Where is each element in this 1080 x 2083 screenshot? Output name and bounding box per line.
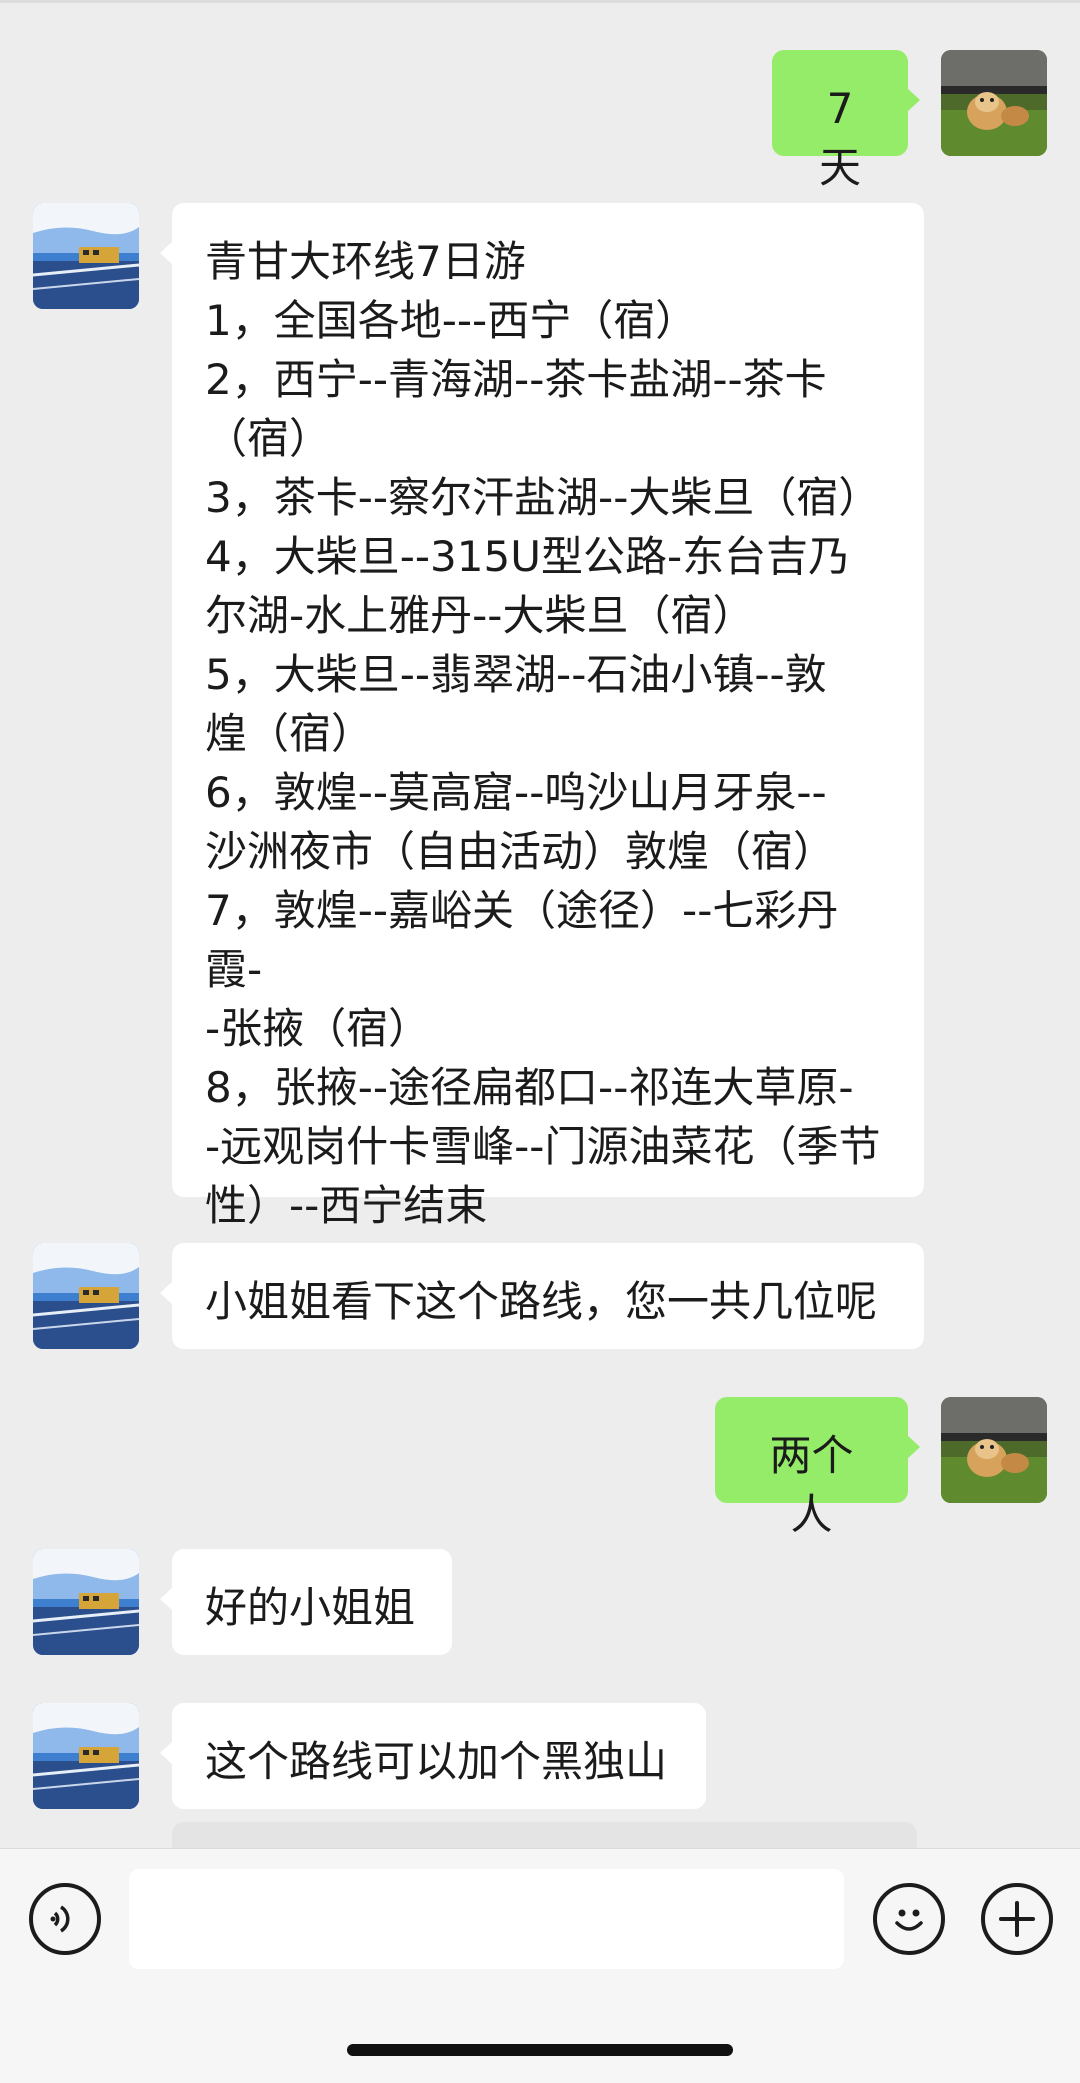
message-bubble-outgoing[interactable]: 两个人 — [715, 1397, 920, 1539]
emoji-icon[interactable] — [873, 1883, 945, 1955]
message-bubble-outgoing[interactable]: 7天 — [772, 50, 920, 192]
dog-photo-avatar-icon[interactable] — [941, 50, 1047, 156]
train-photo-avatar-icon[interactable] — [33, 1703, 139, 1809]
dog-photo-avatar-icon[interactable] — [941, 1397, 1047, 1503]
message-bubble-incoming[interactable]: 小姐姐看下这个路线，您一共几位呢 — [160, 1243, 924, 1349]
train-photo-avatar-icon[interactable] — [33, 1549, 139, 1655]
message-bubble-partial[interactable] — [172, 1822, 917, 1848]
home-indicator[interactable] — [347, 2044, 733, 2056]
message-input[interactable] — [129, 1869, 844, 1969]
train-photo-avatar-icon[interactable] — [33, 203, 139, 309]
message-bubble-incoming[interactable]: 青甘大环线7日游 1，全国各地---西宁（宿） 2，西宁--青海湖--茶卡盐湖-… — [160, 203, 924, 1230]
message-bubble-incoming[interactable]: 这个路线可以加个黑独山 — [160, 1703, 706, 1809]
train-photo-avatar-icon[interactable] — [33, 1243, 139, 1349]
chat-message-list[interactable]: 7天 青甘大环线7日游 1，全国各地---西宁（宿） 2，西宁--青海湖--茶卡… — [0, 0, 1080, 1848]
message-bubble-incoming[interactable]: 好的小姐姐 — [160, 1549, 452, 1655]
plus-icon[interactable] — [981, 1883, 1053, 1955]
chat-input-bar — [0, 1848, 1080, 2083]
voice-icon[interactable] — [29, 1883, 101, 1955]
